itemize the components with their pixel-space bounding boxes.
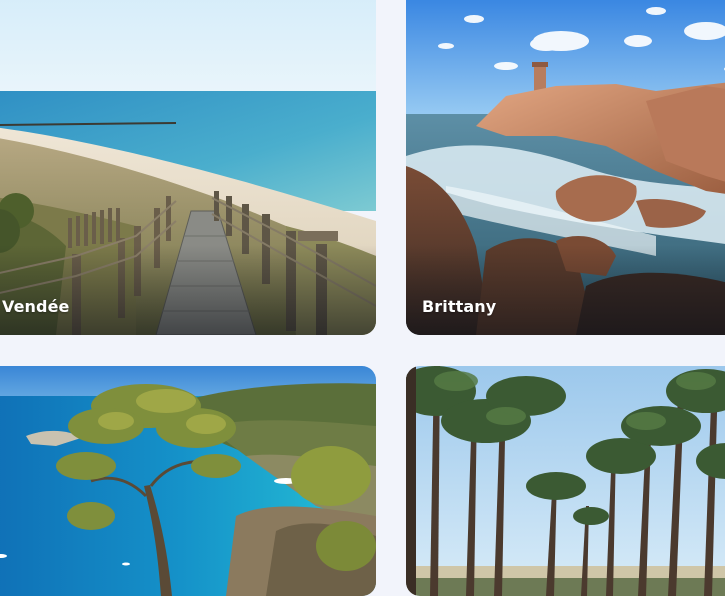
- caption-gradient: [0, 245, 376, 335]
- destination-card-vendee[interactable]: Vendée: [0, 0, 376, 335]
- destination-card-brittany[interactable]: Brittany: [406, 0, 725, 335]
- destination-label: Vendée: [2, 297, 70, 316]
- caption-gradient: [406, 245, 725, 335]
- destination-card-pine-forest[interactable]: [406, 366, 725, 596]
- destination-card-cove[interactable]: [0, 366, 376, 596]
- mediterranean-cove-photo: [0, 366, 376, 596]
- pine-forest-photo: [406, 366, 725, 596]
- destination-label: Brittany: [422, 297, 497, 316]
